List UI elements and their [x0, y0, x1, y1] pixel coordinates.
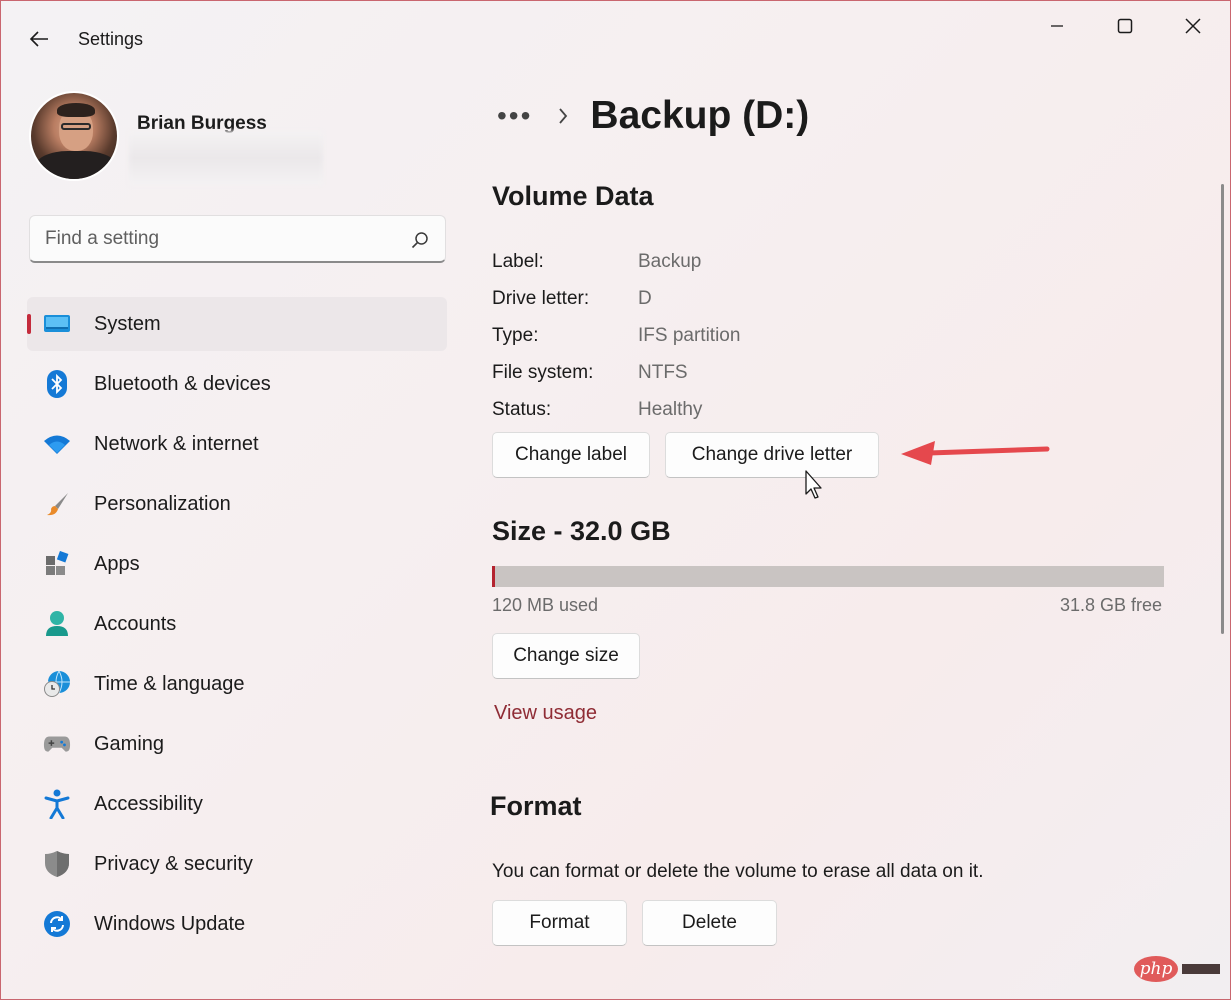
format-heading: Format: [490, 791, 582, 821]
sidebar-item-network[interactable]: Network & internet: [27, 417, 447, 471]
type-value: IFS partition: [638, 325, 741, 346]
usage-bar-fill: [492, 566, 495, 587]
sidebar-item-apps[interactable]: Apps: [27, 537, 447, 591]
drive-letter-key: Drive letter:: [492, 288, 590, 309]
selection-indicator: [27, 314, 31, 334]
used-space-label: 120 MB used: [492, 595, 599, 615]
scrollbar[interactable]: [1221, 184, 1224, 634]
wifi-icon: [43, 430, 71, 458]
label-key: Label:: [492, 251, 544, 272]
sidebar-item-label: Windows Update: [94, 913, 246, 935]
sidebar-item-personalization[interactable]: Personalization: [27, 477, 447, 531]
watermark-bar: [1182, 964, 1220, 974]
title-bar: Settings: [1, 1, 1230, 77]
minimize-button[interactable]: [1037, 11, 1077, 41]
file-system-key: File system:: [492, 362, 594, 383]
format-button[interactable]: Format: [492, 900, 627, 946]
watermark-logo: php: [1134, 956, 1178, 982]
view-usage-link[interactable]: View usage: [494, 702, 597, 725]
update-icon: [43, 910, 71, 938]
usage-bar: [492, 566, 1164, 587]
close-icon: [1185, 18, 1201, 34]
redacted-email: [129, 131, 323, 185]
search-icon[interactable]: [411, 231, 429, 249]
volume-data-heading: Volume Data: [492, 181, 654, 211]
sidebar-item-label: Privacy & security: [94, 853, 253, 875]
sidebar-item-label: Accounts: [94, 613, 177, 635]
change-size-button[interactable]: Change size: [492, 633, 640, 679]
size-heading: Size - 32.0 GB: [492, 516, 671, 546]
watermark: php: [1131, 945, 1223, 993]
chevron-right-icon: [558, 107, 568, 125]
minimize-icon: [1051, 25, 1063, 27]
sidebar-item-label: Accessibility: [94, 793, 203, 815]
sidebar-item-label: Time & language: [94, 673, 245, 695]
sidebar-item-label: System: [94, 313, 161, 335]
label-value: Backup: [638, 251, 702, 272]
status-value: Healthy: [638, 399, 703, 420]
search-input[interactable]: [45, 226, 395, 252]
sidebar-item-label: Bluetooth & devices: [94, 373, 271, 395]
avatar[interactable]: [29, 91, 119, 181]
sidebar-item-gaming[interactable]: Gaming: [27, 717, 447, 771]
close-button[interactable]: [1173, 11, 1213, 41]
maximize-icon: [1117, 18, 1133, 34]
sidebar-item-label: Network & internet: [94, 433, 259, 455]
shield-icon: [43, 850, 71, 878]
sidebar-nav: System Bluetooth & devices Network & int…: [27, 297, 447, 957]
format-description: You can format or delete the volume to e…: [492, 861, 984, 882]
sidebar-item-accessibility[interactable]: Accessibility: [27, 777, 447, 831]
sidebar-item-label: Personalization: [94, 493, 231, 515]
app-title: Settings: [78, 29, 144, 49]
sidebar-item-bluetooth[interactable]: Bluetooth & devices: [27, 357, 447, 411]
page-title: Backup (D:): [590, 94, 810, 137]
sidebar-item-time-language[interactable]: Time & language: [27, 657, 447, 711]
apps-icon: [43, 550, 71, 578]
sidebar-item-label: Gaming: [94, 733, 165, 755]
monitor-icon: [43, 310, 71, 338]
status-key: Status:: [492, 399, 552, 420]
back-arrow-icon: [29, 31, 48, 47]
file-system-value: NTFS: [638, 362, 688, 383]
brush-icon: [43, 490, 71, 518]
settings-window: Settings Brian Burgess S: [0, 0, 1231, 1000]
bluetooth-icon: [43, 370, 71, 398]
free-space-label: 31.8 GB free: [1059, 595, 1162, 615]
maximize-button[interactable]: [1105, 11, 1145, 41]
gamepad-icon: [43, 730, 71, 758]
sidebar-item-label: Apps: [94, 553, 140, 575]
search-box[interactable]: [29, 215, 446, 263]
breadcrumb-overflow-button[interactable]: •••: [497, 102, 532, 130]
sidebar-item-system[interactable]: System: [27, 297, 447, 351]
change-drive-letter-button[interactable]: Change drive letter: [665, 432, 879, 478]
delete-button[interactable]: Delete: [642, 900, 777, 946]
breadcrumb: ••• Backup (D:): [497, 91, 809, 141]
change-label-button[interactable]: Change label: [492, 432, 650, 478]
annotation-arrow-icon: [901, 441, 1050, 465]
mouse-cursor-icon: [805, 470, 822, 499]
sidebar-item-windows-update[interactable]: Windows Update: [27, 897, 447, 951]
sidebar-item-privacy[interactable]: Privacy & security: [27, 837, 447, 891]
drive-letter-value: D: [638, 288, 652, 309]
back-button[interactable]: [23, 23, 55, 55]
accessibility-icon: [43, 789, 71, 819]
person-icon: [43, 610, 71, 638]
globe-clock-icon: [43, 670, 71, 698]
sidebar-item-accounts[interactable]: Accounts: [27, 597, 447, 651]
type-key: Type:: [492, 325, 539, 346]
